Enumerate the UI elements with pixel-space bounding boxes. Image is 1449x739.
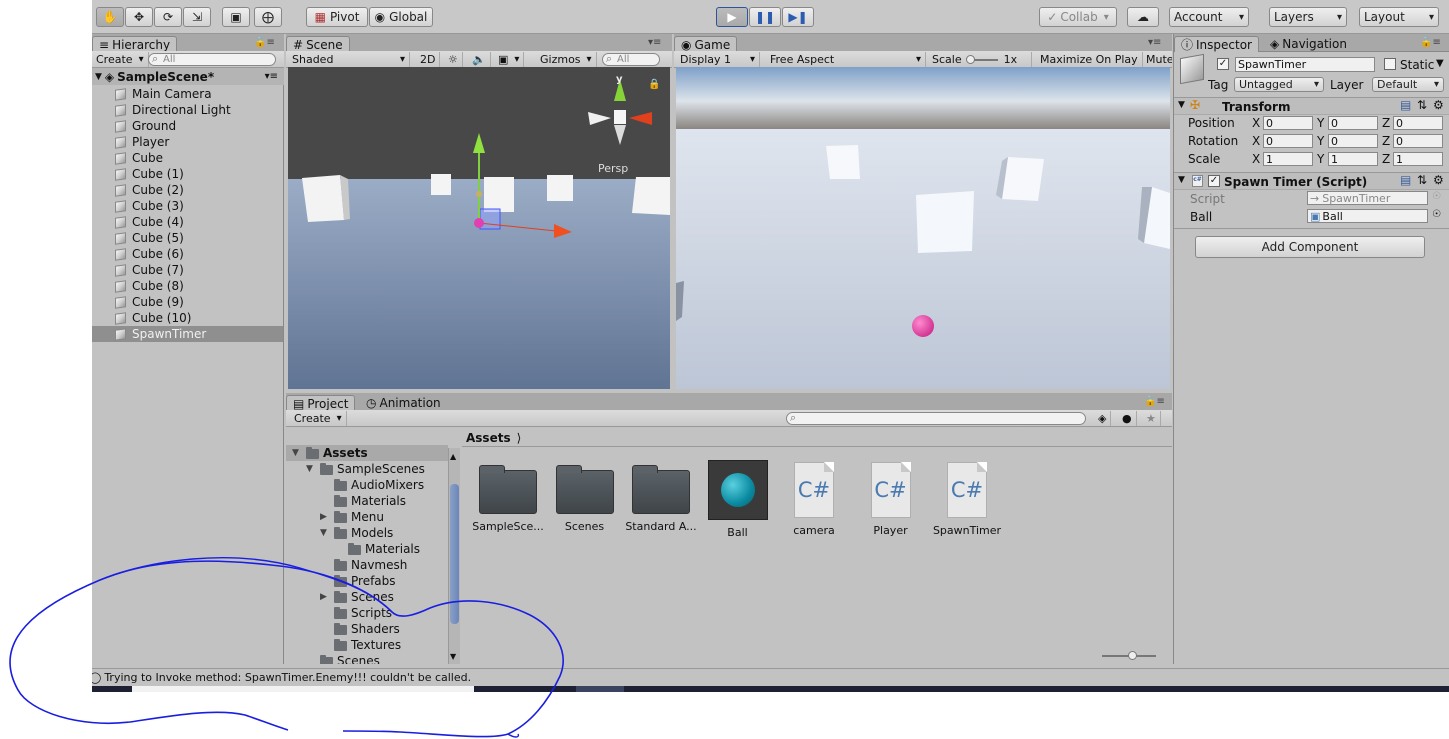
annotation-stroke xyxy=(99,557,393,613)
annotation-stroke xyxy=(342,600,564,738)
annotation-stroke xyxy=(507,733,520,738)
freehand-annotation xyxy=(9,557,564,738)
annotation-stroke xyxy=(9,560,393,731)
